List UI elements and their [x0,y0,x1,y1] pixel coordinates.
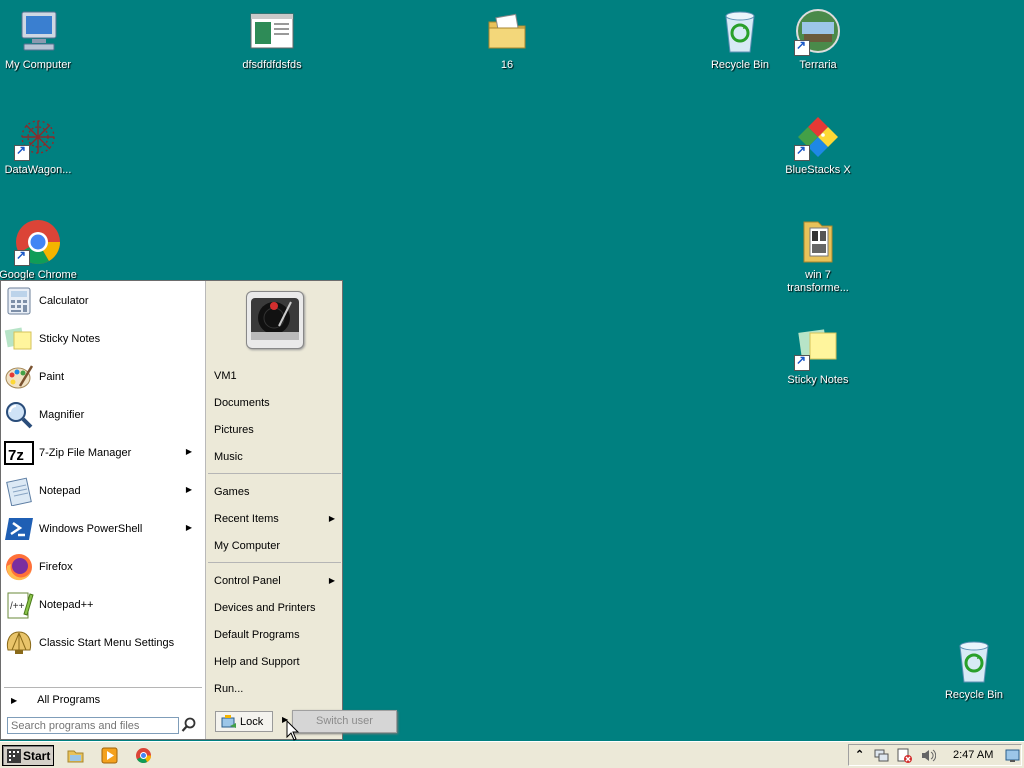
sticky-notes-icon [794,323,842,371]
desktop-icon-google-chrome[interactable]: Google Chrome [0,218,78,282]
lock-icon [221,714,237,730]
start-menu-places-pane: VM1 Documents Pictures Music Games Recen… [205,281,342,739]
program-notepadpp[interactable]: /++ Notepad++ [4,588,202,622]
desktop-icon-datawagon[interactable]: DataWagon... [0,113,78,177]
place-recent-items[interactable]: Recent Items ▶ [214,509,339,529]
program-notepad[interactable]: Notepad ▶ [4,474,202,508]
desktop-icon-sticky-notes[interactable]: Sticky Notes [778,323,858,387]
desktop-icon-recycle-bin-top[interactable]: Recycle Bin [700,8,780,72]
place-documents[interactable]: Documents [214,393,339,413]
sticky-notes-icon [4,324,34,354]
chrome-taskbar-icon[interactable] [135,747,152,764]
file-explorer-taskbar-icon[interactable] [67,747,84,764]
desktop-icon-my-computer[interactable]: My Computer [0,8,78,72]
shell-icon [4,628,34,658]
place-vm1[interactable]: VM1 [214,366,339,386]
program-7zip[interactable]: 7z 7-Zip File Manager ▶ [4,436,202,470]
notepad-icon [4,476,34,507]
mouse-cursor-icon [286,719,300,742]
chrome-icon [14,218,62,266]
folder-icon [483,8,531,56]
place-control-panel[interactable]: Control Panel ▶ [214,571,339,591]
network-icon[interactable] [874,748,889,763]
place-my-computer[interactable]: My Computer [214,536,339,556]
powershell-icon [4,514,34,544]
volume-icon[interactable] [920,748,937,763]
paint-icon [4,362,34,392]
system-tray: ⌃ 2:47 AM [848,744,1022,766]
shortcut-arrow-icon [794,38,810,56]
submenu-arrow-icon: ▶ [185,447,192,456]
place-pictures[interactable]: Pictures [214,420,339,440]
taskbar: Start ⌃ 2:47 AM [0,741,1024,768]
start-menu-programs-pane: Calculator Sticky Notes Paint Magnifier … [1,281,205,739]
shortcut-arrow-icon [794,353,810,371]
program-magnifier[interactable]: Magnifier [4,398,202,432]
program-paint[interactable]: Paint [4,360,202,394]
media-player-taskbar-icon[interactable] [101,747,118,764]
submenu-arrow-icon: ▶ [328,576,335,585]
submenu-arrow-icon: ▶ [328,514,335,523]
document-window-icon [248,8,296,56]
desktop-icon-16[interactable]: 16 [467,8,547,72]
place-devices-and-printers[interactable]: Devices and Printers [214,598,339,618]
submenu-arrow-icon: ▶ [185,523,192,532]
program-classic-start-menu-settings[interactable]: Classic Start Menu Settings [4,626,202,660]
search-icon[interactable] [181,717,197,733]
shortcut-arrow-icon [794,143,810,161]
notepadpp-icon: /++ [4,590,34,620]
start-logo-icon [6,748,22,764]
place-help-and-support[interactable]: Help and Support [214,652,339,672]
desktop-icon-bluestacks[interactable]: BlueStacks X [778,113,858,177]
magnifier-icon [4,400,34,430]
separator [208,473,341,474]
lock-button[interactable]: Lock [215,711,273,732]
7zip-icon: 7z [4,438,34,468]
record-player-icon [251,298,299,340]
program-firefox[interactable]: Firefox [4,550,202,584]
place-music[interactable]: Music [214,447,339,467]
place-run[interactable]: Run... [214,679,339,699]
switch-user-menu-item[interactable]: Switch user [292,710,397,733]
folder-icon [794,218,842,266]
svg-text:7z: 7z [8,447,24,464]
submenu-arrow-icon: ▶ [185,485,192,494]
start-menu: Calculator Sticky Notes Paint Magnifier … [0,280,343,740]
desktop-icon-win7-transformer[interactable]: win 7 transforme... [778,218,858,295]
place-default-programs[interactable]: Default Programs [214,625,339,645]
shortcut-arrow-icon [14,248,30,266]
place-games[interactable]: Games [214,482,339,502]
bluestacks-icon [794,113,842,161]
show-hidden-icons-chevron-icon[interactable]: ⌃ [855,748,864,761]
program-calculator[interactable]: Calculator [4,284,202,318]
program-windows-powershell[interactable]: Windows PowerShell ▶ [4,512,202,546]
all-programs-button[interactable]: ▶ All Programs [11,691,196,709]
arrow-right-icon: ▶ [11,696,18,705]
recycle-bin-icon [716,8,764,56]
user-picture[interactable] [246,291,304,349]
start-button[interactable]: Start [2,745,54,766]
recycle-bin-icon [950,638,998,686]
desktop-icon-dfsdfdfdsfds[interactable]: dfsdfdfdsfds [232,8,312,72]
program-sticky-notes[interactable]: Sticky Notes [4,322,202,356]
shortcut-arrow-icon [14,143,30,161]
terraria-icon [794,8,842,56]
calculator-icon [4,286,34,316]
separator [4,687,202,688]
datawagon-icon [14,113,62,161]
clock[interactable]: 2:47 AM [953,749,993,761]
desktop-icon-recycle-bin-bottom[interactable]: Recycle Bin [934,638,1014,702]
search-input[interactable] [7,717,179,734]
action-center-icon[interactable] [897,748,912,763]
my-computer-icon [14,8,62,56]
separator [208,562,341,563]
svg-text:/++: /++ [10,601,25,612]
show-desktop-icon[interactable] [1005,748,1020,763]
desktop-icon-terraria[interactable]: Terraria [778,8,858,72]
firefox-icon [4,552,34,582]
